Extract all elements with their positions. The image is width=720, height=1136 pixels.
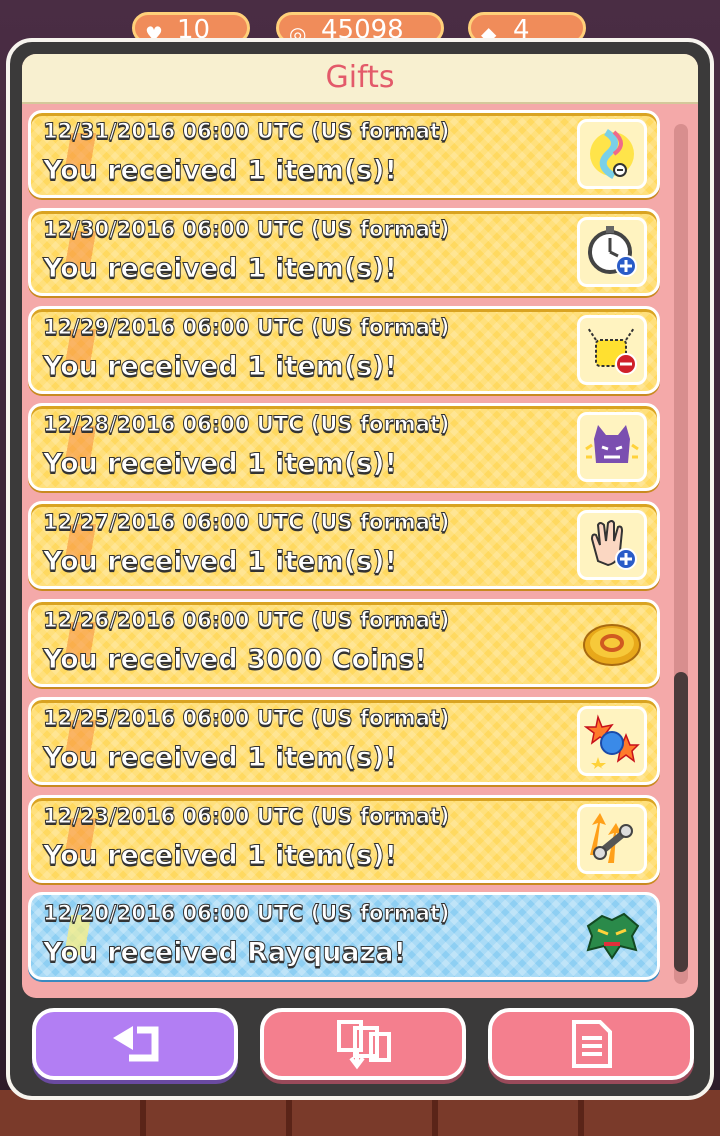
- history-button[interactable]: [488, 1008, 694, 1080]
- gift-message: You received 1 item(s)!: [43, 350, 398, 382]
- gift-row[interactable]: 12/29/2016 06:00 UTC (US format) You rec…: [28, 305, 660, 394]
- gift-date: 12/27/2016 06:00 UTC (US format): [43, 510, 450, 535]
- gift-date: 12/28/2016 06:00 UTC (US format): [43, 412, 450, 437]
- gift-row[interactable]: 12/20/2016 06:00 UTC (US format) You rec…: [28, 892, 660, 981]
- dialog-title: Gifts: [325, 60, 395, 95]
- exp-booster-icon: [577, 803, 647, 874]
- gift-row[interactable]: 12/28/2016 06:00 UTC (US format) You rec…: [28, 403, 660, 492]
- gift-message: You received 1 item(s)!: [43, 839, 398, 871]
- mega-speedup-icon: [577, 119, 647, 189]
- gift-message: You received 3000 Coins!: [43, 643, 428, 675]
- gift-row[interactable]: 12/27/2016 06:00 UTC (US format) You rec…: [28, 501, 660, 590]
- gift-message: You received 1 item(s)!: [43, 546, 398, 578]
- gift-row[interactable]: 12/31/2016 06:00 UTC (US format) You rec…: [28, 110, 660, 198]
- gift-message: You received Rayquaza!: [43, 937, 407, 969]
- scrollbar[interactable]: [674, 124, 688, 984]
- rayquaza-icon: [577, 901, 647, 971]
- gift-message: You received 1 item(s)!: [43, 448, 398, 480]
- gift-date: 12/29/2016 06:00 UTC (US format): [43, 314, 450, 339]
- gift-row[interactable]: 12/26/2016 06:00 UTC (US format) You rec…: [28, 598, 660, 687]
- gift-date: 12/20/2016 06:00 UTC (US format): [43, 901, 450, 926]
- gift-date: 12/26/2016 06:00 UTC (US format): [43, 607, 450, 632]
- moves-plus-icon: [577, 216, 647, 287]
- dialog-header: Gifts: [22, 54, 698, 104]
- back-button[interactable]: [32, 1008, 238, 1080]
- coin-icon: [577, 608, 647, 678]
- history-log-icon: [572, 1020, 612, 1068]
- dialog-actions: [32, 1008, 696, 1084]
- gifts-panel: Gifts 12/31/2016 06:00 UTC (US format) Y…: [22, 54, 698, 998]
- back-arrow-icon: [113, 1026, 159, 1062]
- gift-row[interactable]: 12/25/2016 06:00 UTC (US format) You rec…: [28, 696, 660, 785]
- gift-date: 12/31/2016 06:00 UTC (US format): [43, 119, 450, 144]
- receive-all-button[interactable]: [260, 1008, 466, 1080]
- gift-list[interactable]: 12/31/2016 06:00 UTC (US format) You rec…: [28, 110, 662, 990]
- gifts-dialog: Gifts 12/31/2016 06:00 UTC (US format) Y…: [6, 38, 714, 1100]
- gift-row[interactable]: 12/30/2016 06:00 UTC (US format) You rec…: [28, 207, 660, 296]
- gift-message: You received 1 item(s)!: [43, 741, 398, 773]
- skill-booster-icon: [577, 510, 647, 581]
- disruption-delay-icon: [577, 314, 647, 385]
- gift-row[interactable]: 12/23/2016 06:00 UTC (US format) You rec…: [28, 794, 660, 883]
- scrollbar-thumb[interactable]: [674, 672, 688, 972]
- gift-date: 12/25/2016 06:00 UTC (US format): [43, 705, 450, 730]
- receive-all-icon: [337, 1020, 391, 1070]
- attack-power-icon: [577, 705, 647, 776]
- gift-date: 12/30/2016 06:00 UTC (US format): [43, 216, 450, 241]
- complexity-minus-icon: [577, 412, 647, 483]
- gift-message: You received 1 item(s)!: [43, 155, 398, 187]
- gift-date: 12/23/2016 06:00 UTC (US format): [43, 803, 450, 828]
- gift-message: You received 1 item(s)!: [43, 252, 398, 284]
